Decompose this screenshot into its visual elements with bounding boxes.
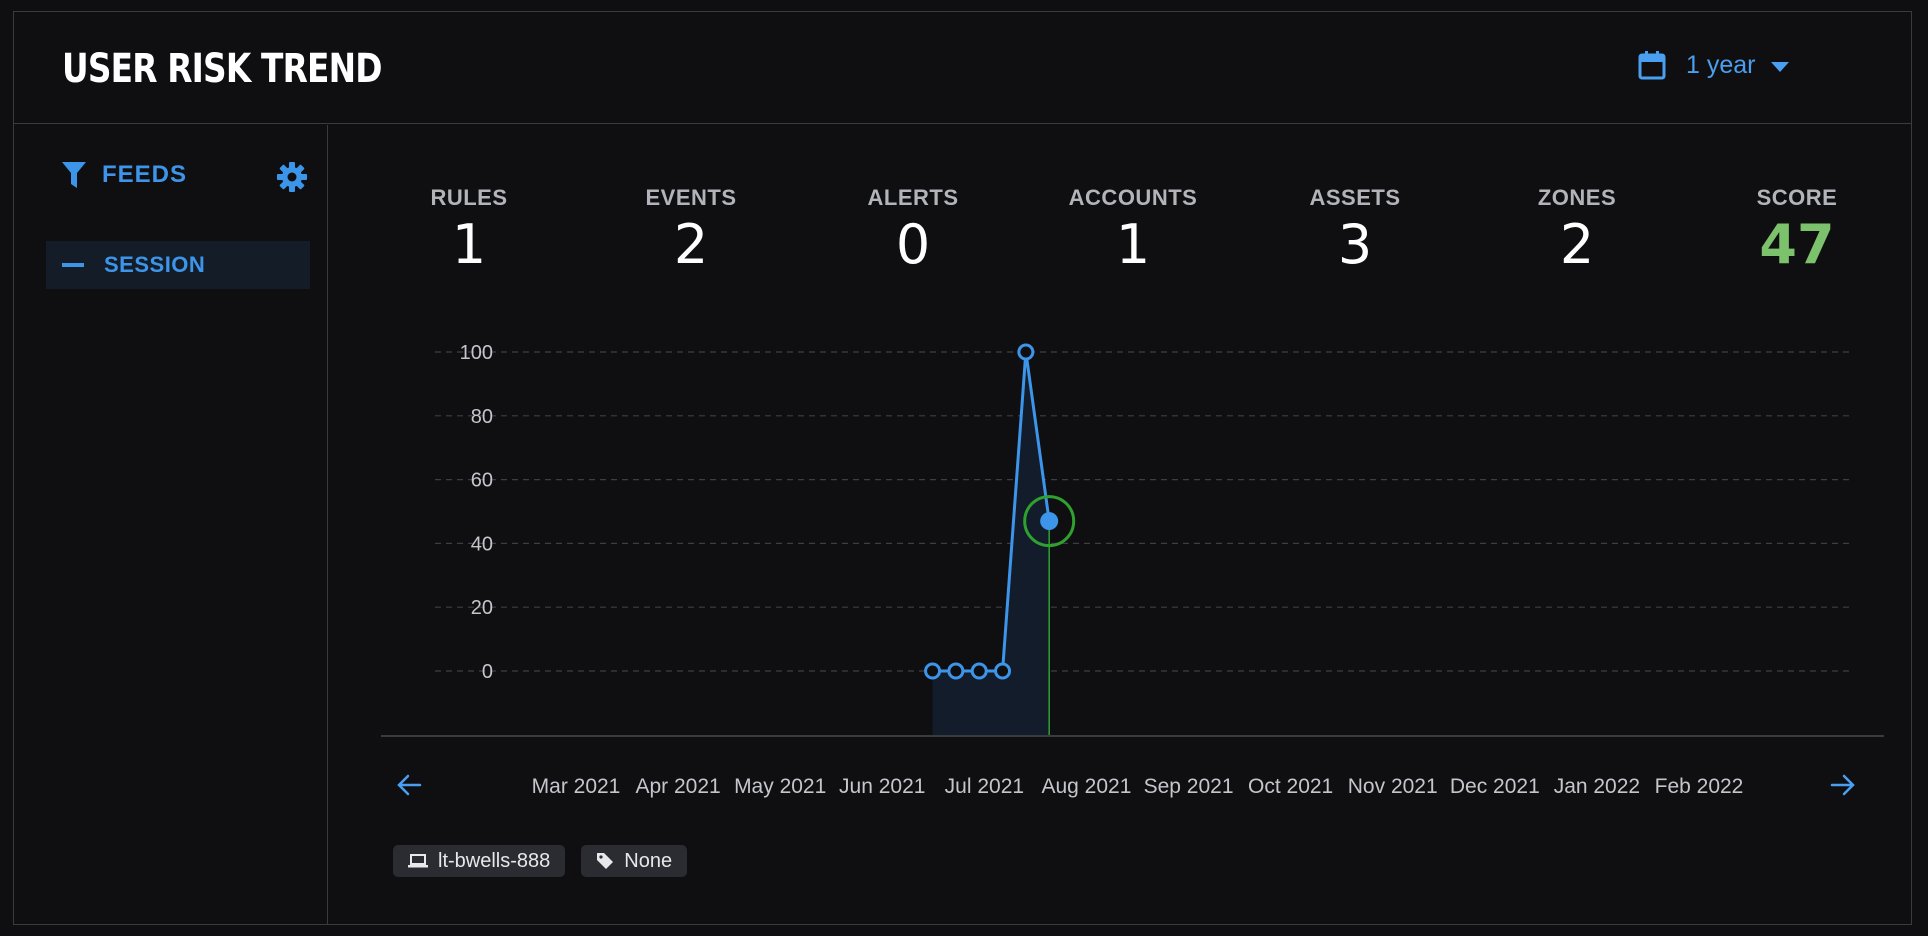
y-tick-label: 80 <box>471 406 493 428</box>
x-tick-label: Nov 2021 <box>1348 775 1438 798</box>
x-tick-label: May 2021 <box>734 775 826 798</box>
x-tick-label: Mar 2021 <box>532 775 621 798</box>
x-tick-label: Feb 2022 <box>1655 775 1744 798</box>
data-point <box>1017 343 1035 361</box>
minus-icon <box>62 263 84 267</box>
feeds-sidebar: FEEDS SESSION <box>14 125 328 925</box>
y-axis-ticks: 100 80 60 40 20 0 <box>460 342 493 683</box>
time-range-dropdown[interactable]: 1 year <box>1638 50 1790 80</box>
asset-hostname-tag[interactable]: lt-bwells-888 <box>393 845 566 877</box>
x-tick-label: Jan 2022 <box>1554 775 1640 798</box>
chart-grid <box>435 351 1851 672</box>
y-tick-label: 20 <box>471 597 493 619</box>
user-risk-trend-panel: USER RISK TREND 1 year FEEDS SESSION RUL… <box>13 11 1912 925</box>
sidebar-item-label: SESSION <box>104 252 206 277</box>
feeds-label: FEEDS <box>102 161 188 188</box>
sidebar-item-session[interactable]: SESSION <box>46 241 310 289</box>
risk-trend-chart: 100 80 60 40 20 0 Mar 2021 Apr 2021 May 2021 Jun… <box>381 342 1884 801</box>
data-point <box>1040 512 1059 531</box>
asset-tags: lt-bwells-888 None <box>393 845 688 877</box>
y-tick-label: 60 <box>471 470 493 492</box>
y-tick-label: 40 <box>471 533 493 555</box>
x-axis-ticks: Mar 2021 Apr 2021 May 2021 Jun 2021 Jul 2021… <box>532 775 1744 798</box>
calendar-icon <box>1638 51 1666 80</box>
x-tick-label: Jun 2021 <box>839 775 925 798</box>
data-point <box>924 662 942 680</box>
x-tick-label: Dec 2021 <box>1450 775 1540 798</box>
time-range-label: 1 year <box>1686 50 1756 79</box>
main-content: RULES 1 EVENTS 2 ALERTS 0 ACCOUNTS 1 ASS… <box>329 125 1913 925</box>
x-tick-label: Aug 2021 <box>1041 775 1131 798</box>
panel-header: USER RISK TREND 1 year <box>14 12 1911 124</box>
gear-icon[interactable] <box>276 161 308 193</box>
tag-label: lt-bwells-888 <box>438 849 551 872</box>
x-tick-label: Apr 2021 <box>635 775 720 798</box>
chevron-down-icon <box>1771 61 1790 72</box>
filter-icon <box>62 162 86 188</box>
x-tick-label: Oct 2021 <box>1248 775 1333 798</box>
data-point <box>970 662 988 680</box>
chart-series <box>924 343 1076 736</box>
data-point <box>994 662 1012 680</box>
asset-label-tag[interactable]: None <box>581 845 688 877</box>
y-tick-label: 100 <box>460 342 493 364</box>
data-point <box>947 662 965 680</box>
tag-label: None <box>624 849 673 872</box>
y-tick-label: 0 <box>482 661 493 683</box>
next-period-arrow-icon[interactable] <box>1829 769 1857 801</box>
previous-period-arrow-icon[interactable] <box>395 769 423 801</box>
x-tick-label: Jul 2021 <box>945 775 1024 798</box>
page-title: USER RISK TREND <box>62 46 382 92</box>
feeds-heading: FEEDS <box>62 161 187 189</box>
laptop-icon <box>408 854 428 868</box>
tag-icon <box>597 853 614 869</box>
x-tick-label: Sep 2021 <box>1144 775 1234 798</box>
